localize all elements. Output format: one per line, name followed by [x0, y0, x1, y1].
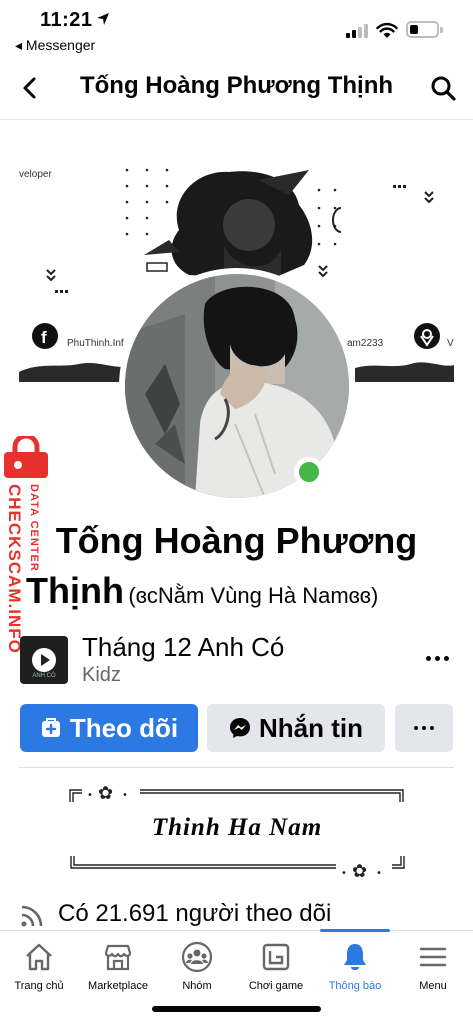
message-button-label: Nhắn tin — [259, 712, 363, 743]
tab-menu-label: Menu — [419, 980, 447, 992]
svg-text:✿: ✿ — [98, 783, 113, 804]
section-divider — [19, 767, 454, 768]
svg-text:✿: ✿ — [352, 861, 367, 882]
tab-home-label: Trang chủ — [14, 980, 64, 992]
bell-icon — [344, 944, 366, 970]
message-button[interactable]: Nhắn tin — [207, 704, 385, 752]
profile-name-line2: Thịnh (ɞcNằm Vùng Hà Namɞɞ) — [26, 570, 378, 612]
menu-icon — [419, 947, 447, 967]
song-title[interactable]: Tháng 12 Anh Có — [82, 632, 284, 663]
battery-icon — [406, 21, 443, 38]
location-arrow-icon — [97, 13, 109, 25]
tab-groups-label: Nhóm — [182, 980, 212, 992]
groups-icon — [181, 941, 213, 973]
profile-header: Tống Hoàng Phương Thịnh — [0, 58, 473, 120]
tab-marketplace-label: Marketplace — [88, 980, 148, 992]
svg-text:f: f — [41, 328, 47, 347]
marketplace-icon — [104, 944, 132, 971]
song-cover-art[interactable]: ANH CÓ — [20, 636, 68, 684]
cover-text-developer: veloper — [19, 169, 52, 180]
bio-text: Thinh Ha Nam — [151, 814, 323, 841]
tab-groups[interactable]: Nhóm — [157, 931, 237, 1001]
messenger-icon — [230, 718, 250, 738]
tab-gaming[interactable]: Chơi game — [236, 931, 316, 1001]
profile-name: Tống Hoàng Phương — [55, 520, 418, 561]
follow-button[interactable]: Theo dõi — [20, 704, 198, 752]
profile-name-surname: Thịnh — [26, 570, 124, 611]
back-to-messenger-link[interactable]: ◂ Messenger — [15, 37, 95, 54]
padlock-icon — [4, 436, 48, 478]
svg-text:•: • — [341, 868, 347, 879]
cover-text-facebook: PhuThinh.Inf — [67, 338, 124, 349]
cover-text-instagram: am2233 — [347, 338, 384, 349]
tab-menu[interactable]: Menu — [393, 931, 473, 1001]
tab-notifications-label: Thông báo — [328, 980, 382, 992]
wifi-icon — [376, 22, 398, 38]
svg-text:•: • — [87, 790, 93, 801]
cellular-signal-icon — [346, 24, 370, 38]
play-icon[interactable] — [32, 648, 56, 672]
online-status-indicator — [294, 457, 324, 487]
home-icon — [26, 943, 52, 971]
search-icon[interactable] — [430, 75, 456, 101]
tab-gaming-label: Chơi game — [248, 980, 304, 992]
profile-nickname: (ɞcNằm Vùng Hà Namɞɞ) — [128, 583, 379, 608]
song-options-icon[interactable] — [426, 656, 450, 664]
cover-text-v: V — [447, 338, 454, 349]
tab-notifications[interactable]: Thông báo — [315, 931, 395, 1001]
bio-section: • ✿ • • ✿ • Thinh Ha Nam — [60, 780, 414, 885]
status-bar: 11:21 ◂ Messenger — [0, 0, 473, 58]
tab-home[interactable]: Trang chủ — [0, 931, 79, 1001]
back-arrow-icon[interactable] — [16, 74, 44, 102]
followers-count-text: Có 21.691 người theo dõi — [58, 900, 332, 927]
follow-button-label: Theo dõi — [69, 712, 179, 743]
song-cover-caption: ANH CÓ — [32, 673, 56, 679]
more-options-button[interactable] — [395, 704, 453, 752]
home-indicator — [152, 1006, 321, 1012]
tab-marketplace[interactable]: Marketplace — [78, 931, 158, 1001]
svg-text:•: • — [376, 868, 382, 879]
gaming-icon — [262, 943, 290, 971]
svg-text:•: • — [122, 790, 128, 801]
rss-followers-icon — [21, 905, 43, 927]
page-title: Tống Hoàng Phương Thịnh — [79, 72, 394, 99]
watermark-main-text: CHECKSCAM.INFO — [5, 484, 24, 654]
clock: 11:21 — [40, 9, 93, 31]
follow-icon — [41, 718, 60, 737]
song-artist: Kidz — [82, 664, 121, 686]
